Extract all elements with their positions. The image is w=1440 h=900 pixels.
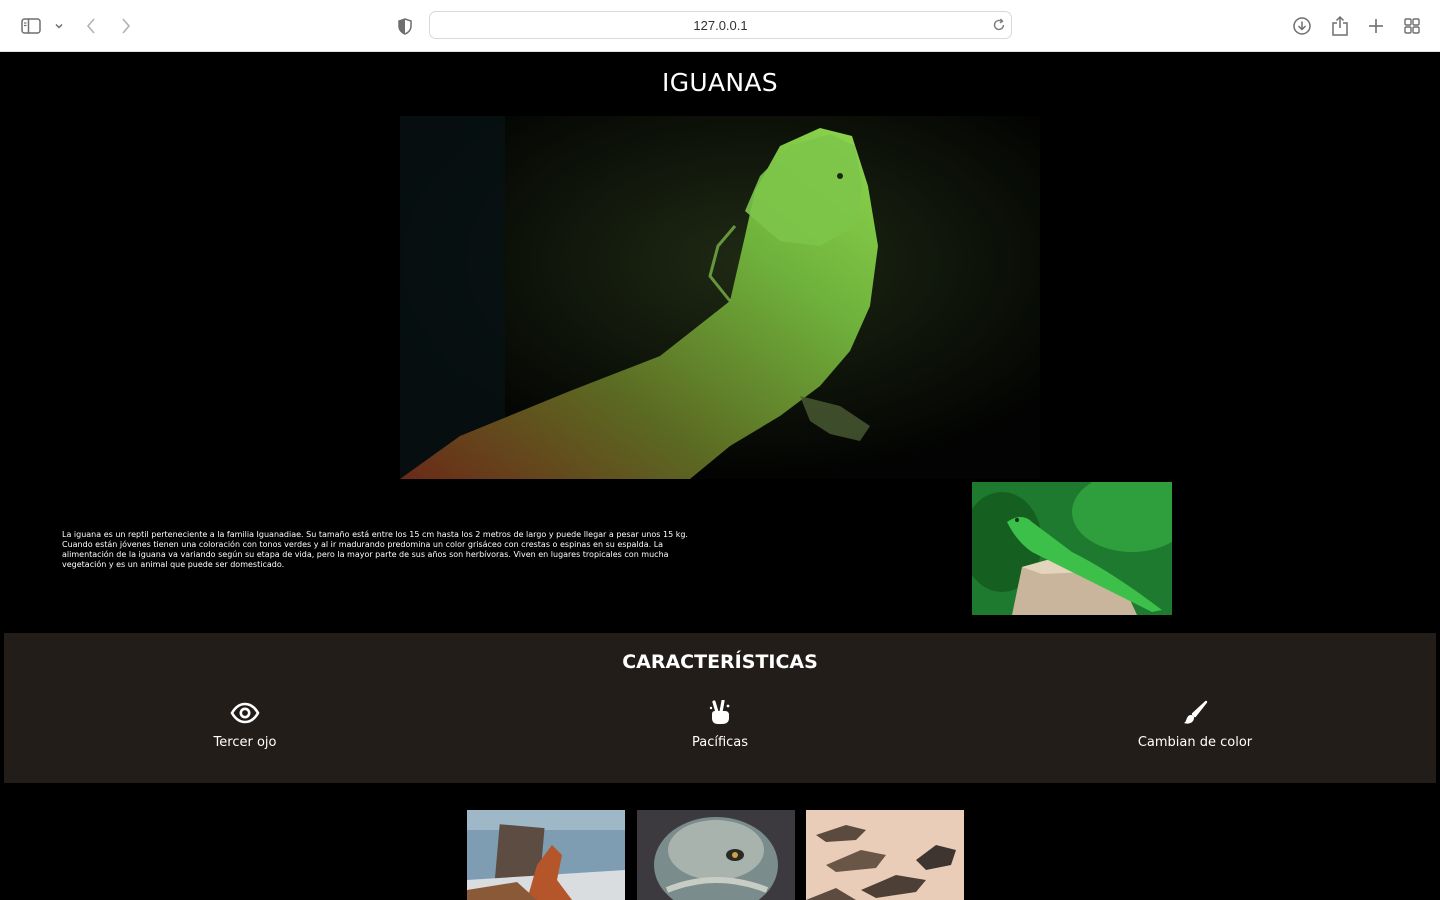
feature-pacificas: Pacíficas (570, 699, 870, 750)
gallery-image-iguana-beach (467, 810, 625, 900)
privacy-shield-icon[interactable] (396, 12, 414, 40)
forward-icon[interactable] (117, 12, 135, 40)
reload-icon[interactable] (992, 18, 1006, 32)
feature-tercer-ojo: Tercer ojo (95, 699, 395, 750)
feature-label: Pacíficas (691, 735, 749, 750)
url-text: 127.0.0.1 (693, 18, 748, 33)
eye-icon (95, 699, 395, 727)
features-section: CARACTERÍSTICAS Tercer ojo Pacíficas Cam… (4, 633, 1436, 783)
intro-paragraph: La iguana es un reptil perteneciente a l… (62, 530, 688, 569)
paintbrush-icon (1045, 699, 1345, 727)
address-bar[interactable]: 127.0.0.1 (429, 11, 1012, 39)
browser-toolbar: 127.0.0.1 (0, 0, 1440, 52)
page-title: IGUANAS (662, 68, 778, 97)
download-icon[interactable] (1292, 12, 1312, 40)
sidebar-icon[interactable] (20, 12, 42, 40)
features-title: CARACTERÍSTICAS (622, 651, 818, 673)
feature-label: Tercer ojo (213, 735, 277, 750)
gallery-image-iguanas-sand (806, 810, 964, 900)
iguana-on-stump-image (972, 482, 1172, 615)
hero-iguana-image (400, 116, 1040, 479)
gallery-image-iguana-head (637, 810, 795, 900)
share-icon[interactable] (1330, 12, 1350, 40)
peace-hand-icon (570, 699, 870, 727)
feature-label: Cambian de color (1137, 735, 1253, 750)
feature-cambian-de-color: Cambian de color (1045, 699, 1345, 750)
back-icon[interactable] (82, 12, 100, 40)
chevron-down-icon[interactable] (53, 12, 65, 40)
new-tab-icon[interactable] (1366, 12, 1386, 40)
tab-overview-icon[interactable] (1402, 12, 1422, 40)
